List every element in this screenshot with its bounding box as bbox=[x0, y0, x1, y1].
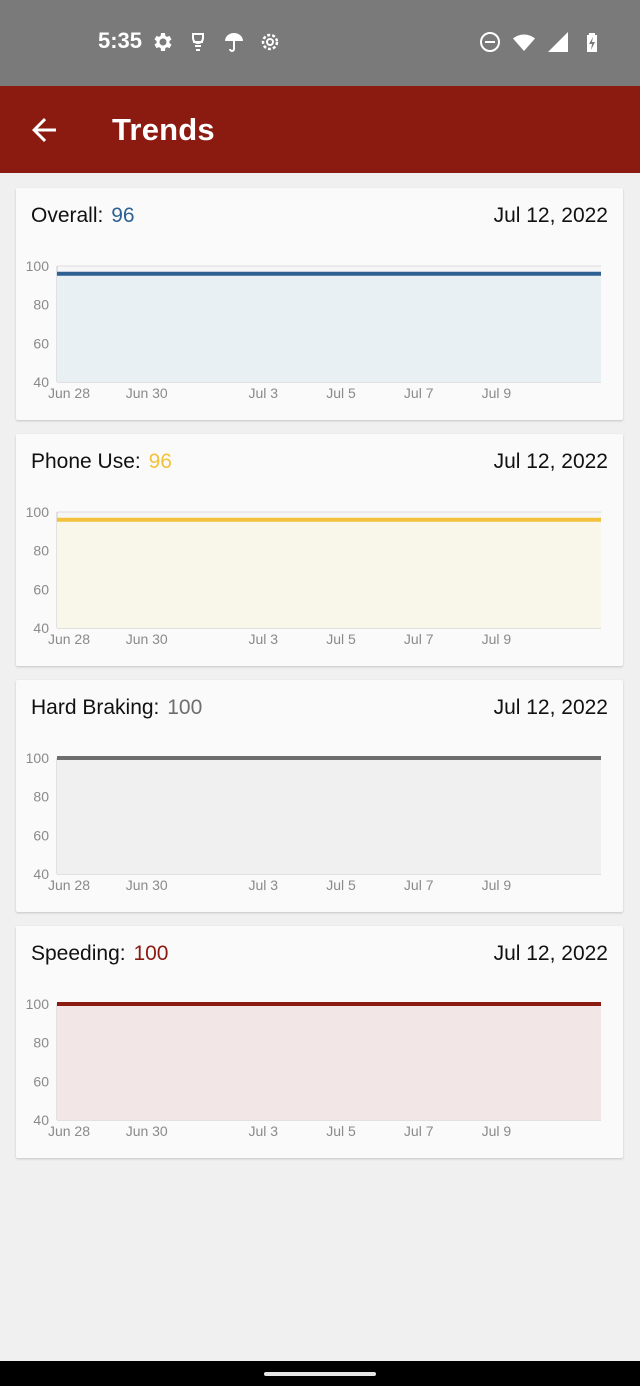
y-tick-label: 40 bbox=[33, 620, 49, 636]
status-right-icons bbox=[478, 30, 604, 54]
y-tick-label: 40 bbox=[33, 1112, 49, 1128]
trend-chart: 100 80 60 40Jun 28 Jun 30 Jul 3 Jul 5 Jul 7 Jul … bbox=[26, 504, 601, 647]
battery-charging-icon bbox=[587, 33, 597, 52]
series-area bbox=[57, 1004, 601, 1120]
series-area bbox=[57, 273, 601, 382]
y-tick-label: 60 bbox=[33, 1073, 49, 1089]
x-tick-label: Jul 7 bbox=[404, 385, 434, 401]
x-tick-label: Jun 30 bbox=[126, 631, 168, 647]
y-tick-label: 80 bbox=[33, 297, 49, 313]
trend-chart: 100 80 60 40Jun 28 Jun 30 Jul 3 Jul 5 Jul 7 Jul … bbox=[26, 258, 601, 401]
status-left-icons bbox=[150, 30, 282, 54]
x-tick-label: Jul 3 bbox=[248, 1123, 278, 1139]
settings-outline-icon bbox=[261, 33, 279, 51]
x-tick-label: Jul 9 bbox=[482, 877, 512, 893]
x-tick-label: Jul 7 bbox=[404, 1123, 434, 1139]
trend-card-speeding[interactable]: Speeding: 100 Jul 12, 2022 100 80 60 40 Jun … bbox=[16, 926, 623, 1158]
y-tick-label: 80 bbox=[33, 1035, 49, 1051]
x-tick-label: Jul 7 bbox=[404, 631, 434, 647]
x-tick-label: Jun 28 bbox=[48, 385, 90, 401]
wifi-icon bbox=[513, 34, 535, 51]
x-tick-label: Jul 9 bbox=[482, 631, 512, 647]
system-nav-bar bbox=[0, 1361, 640, 1386]
x-tick-label: Jul 3 bbox=[248, 877, 278, 893]
trend-card-hard-braking[interactable]: Hard Braking: 100 Jul 12, 2022 100 80 60 40… bbox=[16, 680, 623, 912]
status-bar: 5:35 bbox=[0, 0, 640, 86]
dnd-icon bbox=[480, 32, 500, 52]
y-tick-label: 100 bbox=[26, 750, 50, 766]
x-tick-label: Jul 5 bbox=[326, 385, 356, 401]
trend-card-phone-use[interactable]: Phone Use: 96 Jul 12, 2022 100 80 60 40 Jun … bbox=[16, 434, 623, 666]
y-tick-label: 60 bbox=[33, 827, 49, 843]
x-tick-label: Jun 30 bbox=[126, 877, 168, 893]
x-tick-label: Jul 7 bbox=[404, 877, 434, 893]
lens-icon bbox=[192, 33, 204, 51]
trend-chart: 100 80 60 40Jun 28 Jun 30 Jul 3 Jul 5 Jul 7 Jul … bbox=[26, 996, 601, 1139]
x-tick-label: Jul 9 bbox=[482, 1123, 512, 1139]
series-area bbox=[57, 519, 601, 628]
y-tick-label: 80 bbox=[33, 789, 49, 805]
x-tick-label: Jun 30 bbox=[126, 1123, 168, 1139]
signal-icon bbox=[548, 32, 568, 52]
trend-card-overall[interactable]: Overall: 96 Jul 12, 2022 100 80 60 40 Jun 28… bbox=[16, 188, 623, 420]
y-tick-label: 100 bbox=[26, 996, 50, 1012]
x-tick-label: Jun 28 bbox=[48, 877, 90, 893]
series-area bbox=[57, 758, 601, 874]
x-tick-label: Jun 30 bbox=[126, 385, 168, 401]
x-tick-label: Jul 5 bbox=[326, 631, 356, 647]
app-bar: Trends bbox=[0, 86, 640, 173]
x-tick-label: Jun 28 bbox=[48, 631, 90, 647]
umbrella-icon bbox=[225, 33, 243, 52]
settings-icon bbox=[154, 33, 172, 51]
x-tick-label: Jul 5 bbox=[326, 1123, 356, 1139]
y-tick-label: 100 bbox=[26, 504, 50, 520]
home-gesture-handle[interactable] bbox=[264, 1372, 376, 1376]
x-tick-label: Jul 9 bbox=[482, 385, 512, 401]
x-tick-label: Jul 5 bbox=[326, 877, 356, 893]
trend-chart: 100 80 60 40Jun 28 Jun 30 Jul 3 Jul 5 Jul 7 Jul … bbox=[26, 750, 601, 893]
y-tick-label: 80 bbox=[33, 543, 49, 559]
x-tick-label: Jul 3 bbox=[248, 385, 278, 401]
y-tick-label: 40 bbox=[33, 866, 49, 882]
x-tick-label: Jul 3 bbox=[248, 631, 278, 647]
y-tick-label: 40 bbox=[33, 374, 49, 390]
status-time: 5:35 bbox=[98, 28, 143, 53]
y-tick-label: 60 bbox=[33, 581, 49, 597]
y-tick-label: 60 bbox=[33, 335, 49, 351]
arrow-back-icon[interactable] bbox=[26, 112, 62, 148]
page-title: Trends bbox=[112, 112, 215, 147]
x-tick-label: Jun 28 bbox=[48, 1123, 90, 1139]
y-tick-label: 100 bbox=[26, 258, 50, 274]
